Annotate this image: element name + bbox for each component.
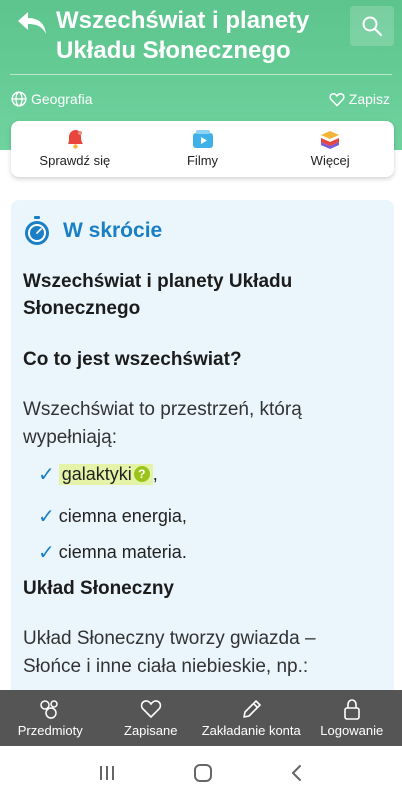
back-arrow-icon: [18, 12, 46, 34]
nav-label: Zakładanie konta: [201, 723, 301, 738]
section-heading: Układ Słoneczny: [23, 578, 174, 599]
header-divider: [10, 74, 392, 75]
nav-label: Przedmioty: [17, 723, 83, 738]
question-icon[interactable]: ?: [133, 466, 150, 482]
bell-icon: [67, 130, 83, 149]
nav-item-zapisane[interactable]: Zapisane: [101, 690, 202, 746]
nav-label: Logowanie: [320, 723, 384, 738]
bottom-navigation: Przedmioty Zapisane Zakładanie konta Log…: [0, 690, 402, 746]
summary-title: W skrócie: [63, 219, 163, 242]
nav-label: Zapisane: [124, 723, 178, 738]
check-icon: ✓: [38, 505, 55, 528]
lock-icon: [343, 699, 360, 720]
play-icon: [192, 130, 213, 148]
section-heading: Co to jest wszechświat?: [23, 349, 242, 370]
system-nav-bar: [0, 746, 402, 800]
glossary-term[interactable]: galaktyki ?: [58, 463, 153, 485]
search-icon: [362, 16, 383, 37]
summary-header: W skrócie: [23, 214, 162, 248]
quick-tabs: Sprawdź się Filmy Więcej: [11, 121, 394, 177]
tab-label: Filmy: [186, 153, 219, 168]
list-item: ✓ galaktyki ? ,: [38, 460, 158, 488]
recent-apps-icon[interactable]: [97, 764, 117, 782]
nav-item-zakladanie-konta[interactable]: Zakładanie konta: [201, 690, 302, 746]
back-nav-icon[interactable]: [289, 763, 305, 783]
list-item-label: ciemna materia.: [58, 541, 187, 562]
globe-icon: [11, 91, 27, 107]
page-title: Wszechświat i planety Układu Słonecznego: [56, 7, 310, 64]
stopwatch-icon: [25, 216, 49, 245]
save-label: Zapisz: [348, 91, 390, 107]
back-button[interactable]: [14, 8, 50, 38]
list-item-suffix: ,: [152, 463, 158, 484]
heart-icon: [140, 700, 161, 719]
tab-sprawdz-sie[interactable]: Sprawdź się: [11, 121, 139, 177]
list-item-label: ciemna energia,: [58, 505, 187, 526]
tab-wiecej[interactable]: Więcej: [266, 121, 394, 177]
glossary-term-label: galaktyki: [61, 463, 132, 484]
nav-item-logowanie[interactable]: Logowanie: [302, 690, 402, 746]
layers-icon: [321, 131, 340, 149]
pencil-icon: [243, 700, 262, 718]
summary-card: W skrócie Wszechświat i planety Układu S…: [11, 200, 394, 700]
tab-label: Sprawdź się: [39, 153, 111, 168]
check-icon: ✓: [38, 541, 55, 564]
heart-icon: [329, 92, 345, 107]
subject-label: Geografia: [31, 91, 93, 107]
list-item: ✓ ciemna materia.: [38, 538, 187, 566]
subject-link[interactable]: Geografia: [11, 89, 92, 109]
paragraph: Układ Słoneczny tworzy gwiazda – Słońce …: [23, 628, 316, 677]
save-button[interactable]: Zapisz: [329, 89, 390, 109]
lesson-heading: Wszechświat i planety Układu Słonecznego: [23, 271, 293, 319]
home-icon[interactable]: [192, 763, 214, 783]
paragraph: Wszechświat to przestrzeń, którą wypełni…: [23, 399, 302, 448]
list-item: ✓ ciemna energia,: [38, 502, 187, 530]
tab-filmy[interactable]: Filmy: [139, 121, 267, 177]
check-icon: ✓: [38, 463, 55, 486]
subjects-icon: [40, 700, 58, 719]
tab-label: Więcej: [310, 153, 350, 168]
nav-item-przedmioty[interactable]: Przedmioty: [0, 690, 101, 746]
search-button[interactable]: [350, 6, 394, 46]
